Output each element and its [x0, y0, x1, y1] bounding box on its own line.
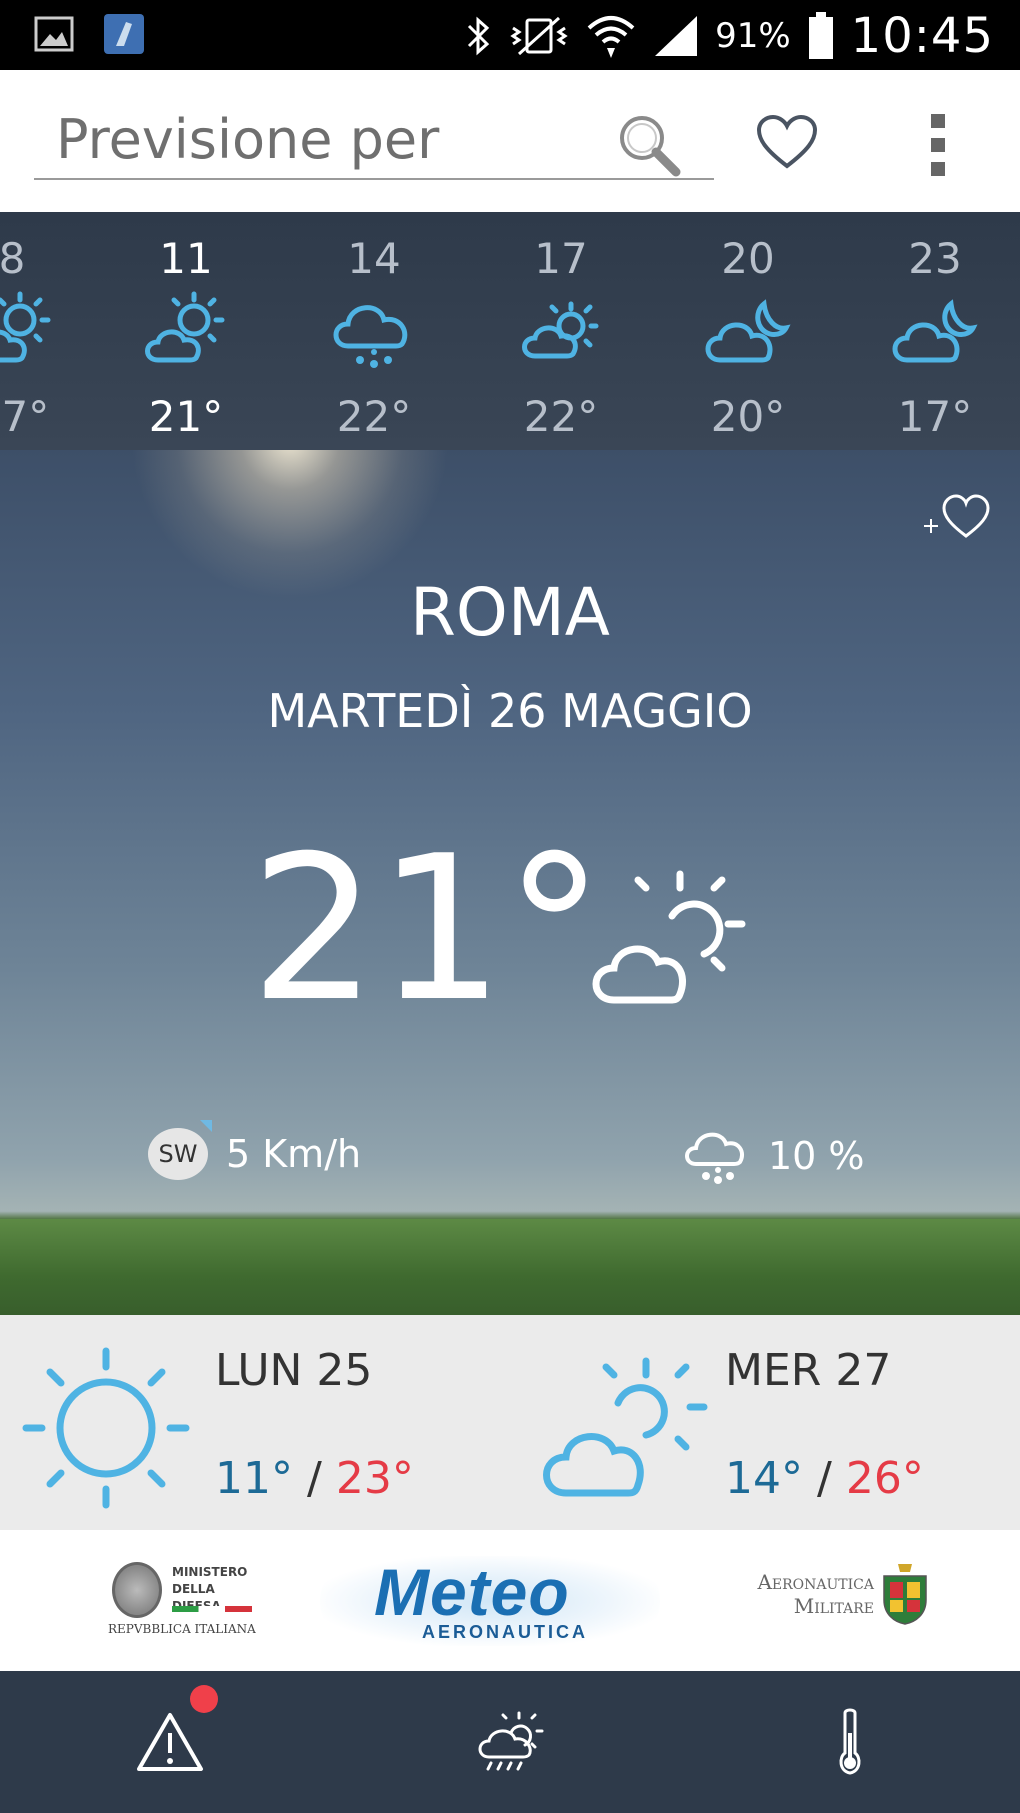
hour-item[interactable]: 14 22° [280, 212, 468, 450]
sun-cloud-icon [592, 870, 746, 1004]
hour-item[interactable]: 23 17° [841, 212, 1020, 450]
nav-temperature[interactable] [680, 1671, 1020, 1813]
city-name: ROMA [410, 574, 610, 651]
aeronautica-militare-logo: Aeronautica Militare [728, 1560, 938, 1640]
background-grass [0, 1219, 1020, 1315]
weather-icon [478, 1711, 544, 1771]
wind-direction-badge: SW [148, 1120, 212, 1180]
wind-info: SW 5 Km/h [148, 1120, 362, 1180]
app-bar [0, 70, 1020, 212]
hour-item[interactable]: 17 22° [467, 212, 655, 450]
meteo-aeronautica-logo: Meteo AERONAUTICA [320, 1550, 660, 1650]
vibrate-icon [510, 16, 568, 56]
clock: 10:45 [850, 8, 994, 64]
nav-warnings[interactable] [0, 1671, 340, 1813]
wind-speed: 5 Km/h [226, 1132, 362, 1176]
hour-temp: 22° [336, 392, 412, 441]
day-min-temp: 14° [725, 1453, 803, 1504]
sun-icon [22, 1347, 190, 1509]
search-field [34, 100, 714, 180]
rain-cloud-icon [333, 305, 408, 368]
daily-forecast: LUN 25 11° / 23° MER 27 14° / 26° [0, 1315, 1020, 1530]
current-date: MARTEDÌ 26 MAGGIO [267, 684, 753, 738]
gallery-icon [32, 14, 76, 54]
day-temps: 14° / 26° [725, 1453, 924, 1504]
day-max-temp: 26° [845, 1453, 924, 1504]
meteo-word: Meteo [374, 1555, 570, 1629]
hour-temp: 22° [523, 392, 599, 441]
hour-temp: 20° [710, 392, 786, 441]
sun-cloud-icon [522, 301, 599, 359]
ministero-difesa-logo: MINISTERO DELLA DIFESA REPVBBLICA ITALIA… [108, 1560, 258, 1640]
sponsor-logos: MINISTERO DELLA DIFESA REPVBBLICA ITALIA… [0, 1530, 1020, 1671]
warning-icon [137, 1713, 203, 1771]
cleaner-icon [102, 14, 146, 54]
wifi-icon [587, 16, 635, 58]
ministero-line1: MINISTERO [172, 1565, 248, 1579]
heart-icon[interactable] [756, 114, 818, 170]
day-max-temp: 23° [335, 1453, 414, 1504]
hour-item[interactable]: 20 20° [654, 212, 842, 450]
hour-label: 23 [908, 234, 962, 283]
signal-icon [655, 16, 698, 56]
bottom-navigation [0, 1671, 1020, 1813]
hour-label: 11 [159, 234, 213, 283]
hour-label: 14 [347, 234, 401, 283]
hour-temp: 17° [0, 392, 50, 441]
hourly-forecast[interactable]: 8 17° 11 21° 14 22° 17 22° 20 20° 23 [0, 212, 1020, 450]
sun-cloud-icon [145, 291, 225, 363]
battery-icon [808, 12, 833, 59]
more-vert-icon[interactable] [924, 114, 952, 176]
ministero-line3: REPVBBLICA ITALIANA [108, 1622, 256, 1636]
notification-badge [190, 1685, 218, 1713]
day-name: LUN 25 [215, 1345, 373, 1396]
day-name: MER 27 [725, 1345, 892, 1396]
moon-cloud-icon [705, 299, 791, 363]
am-line1: Aeronautica [757, 1570, 874, 1594]
temp-separator: / [817, 1453, 832, 1504]
day-item-next[interactable]: MER 27 14° / 26° [510, 1315, 1020, 1530]
hour-item-active[interactable]: 11 21° [92, 212, 280, 450]
search-input[interactable] [34, 100, 594, 178]
hour-label: 17 [534, 234, 588, 283]
sun-cloud-icon [543, 1357, 708, 1497]
rain-info: 10 % [680, 1118, 865, 1194]
nav-weather[interactable] [340, 1671, 680, 1813]
rain-probability: 10 % [768, 1134, 865, 1178]
bluetooth-icon [468, 16, 490, 56]
sun-cloud-icon [0, 291, 51, 363]
battery-percent: 91% [715, 16, 791, 56]
thermometer-icon [839, 1708, 861, 1775]
meteo-sub: AERONAUTICA [422, 1622, 588, 1642]
hour-label: 8 [0, 234, 26, 283]
day-temps: 11° / 23° [215, 1453, 414, 1504]
status-bar: 91% 10:45 [0, 0, 1020, 70]
day-item-previous[interactable]: LUN 25 11° / 23° [0, 1315, 510, 1530]
hour-label: 20 [721, 234, 775, 283]
hour-temp: 17° [897, 392, 973, 441]
crest-icon [883, 1564, 927, 1625]
current-weather-panel: ROMA MARTEDÌ 26 MAGGIO 21° SW 5 Km/h 10 … [0, 450, 1020, 1315]
add-favorite-icon[interactable] [920, 490, 996, 542]
moon-cloud-icon [892, 299, 978, 363]
am-line2: Militare [793, 1594, 874, 1618]
current-temperature: 21° [250, 813, 605, 1046]
republic-emblem-icon [112, 1562, 162, 1618]
hour-item[interactable]: 8 17° [0, 212, 106, 450]
day-min-temp: 11° [215, 1453, 293, 1504]
italian-flag-stripe [172, 1606, 252, 1612]
rain-cloud-icon [685, 1132, 745, 1184]
search-icon[interactable] [614, 110, 684, 180]
hour-temp: 21° [148, 392, 224, 441]
temp-separator: / [307, 1453, 322, 1504]
